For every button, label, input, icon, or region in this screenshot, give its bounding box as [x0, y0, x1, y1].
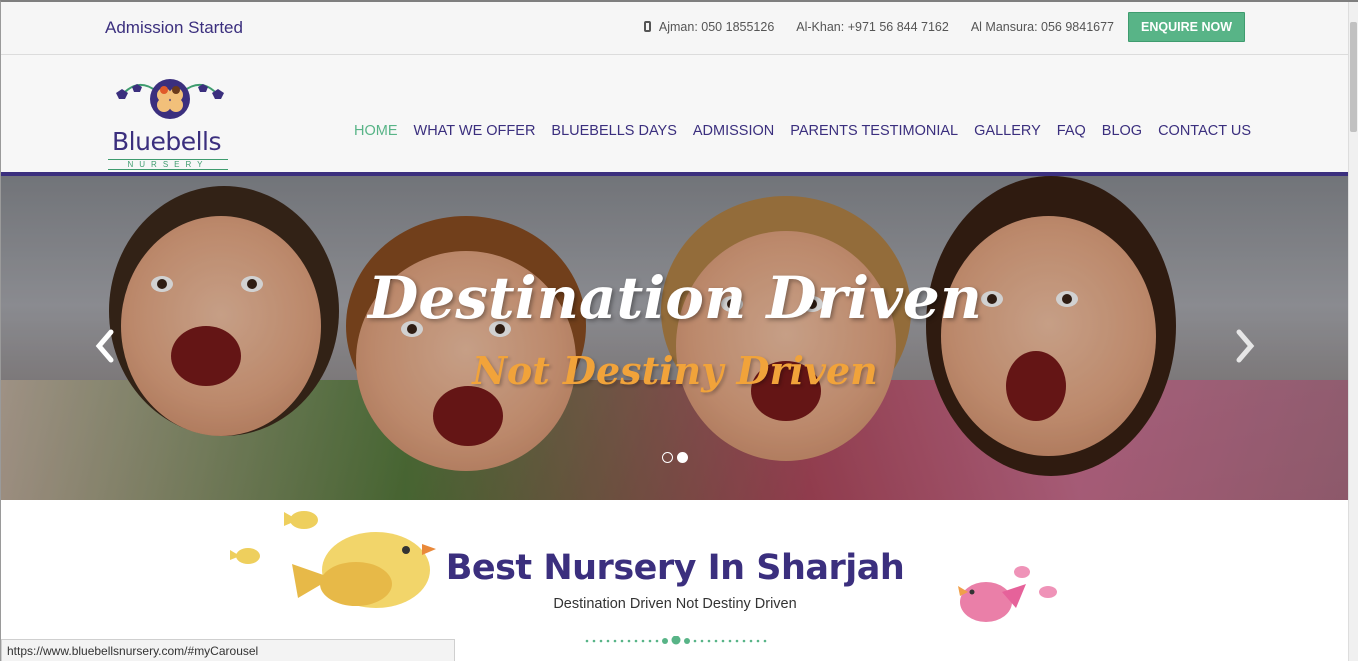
- nav-what-we-offer[interactable]: WHAT WE OFFER: [414, 123, 536, 139]
- hero-carousel[interactable]: Destination Driven Not Destiny Driven: [1, 176, 1349, 500]
- nav-bluebells-days[interactable]: BLUEBELLS DAYS: [551, 123, 676, 139]
- chevron-right-icon[interactable]: [1233, 326, 1257, 366]
- browser-status-url: https://www.bluebellsnursery.com/#myCaro…: [1, 639, 455, 661]
- page: Admission Started Ajman: 050 1855126 Al-…: [0, 0, 1358, 661]
- logo[interactable]: Bluebells NURSERY: [108, 75, 232, 170]
- nav-blog[interactable]: BLOG: [1102, 123, 1142, 139]
- enquire-now-button[interactable]: ENQUIRE NOW: [1128, 12, 1245, 42]
- page-scrollbar[interactable]: [1348, 2, 1358, 661]
- nav-admission[interactable]: ADMISSION: [693, 123, 774, 139]
- carousel-dot-1[interactable]: [662, 452, 673, 463]
- carousel-dot-2[interactable]: [677, 452, 688, 463]
- nav-home[interactable]: HOME: [354, 123, 398, 139]
- nav-gallery[interactable]: GALLERY: [974, 123, 1041, 139]
- logo-emblem: [116, 79, 224, 119]
- phone-ajman-text: Ajman: 050 1855126: [658, 20, 775, 34]
- carousel-indicators: [662, 452, 688, 463]
- admission-notice: Admission Started: [105, 18, 243, 37]
- intro-section: Best Nursery In Sharjah Destination Driv…: [1, 500, 1349, 661]
- nav-faq[interactable]: FAQ: [1057, 123, 1086, 139]
- nav-parents-testimonial[interactable]: PARENTS TESTIMONIAL: [790, 123, 958, 139]
- top-bar: Admission Started Ajman: 050 1855126 Al-…: [1, 2, 1349, 55]
- hero-title: Destination Driven: [368, 264, 982, 332]
- logo-wordmark: Bluebells: [112, 127, 222, 156]
- phone-ajman[interactable]: Ajman: 050 1855126: [643, 20, 775, 34]
- dotted-divider: [585, 636, 767, 645]
- nav-contact-us[interactable]: CONTACT US: [1158, 123, 1251, 139]
- phone-alkhan[interactable]: Al-Khan: +971 56 844 7162: [796, 20, 949, 34]
- contact-phones: Ajman: 050 1855126 Al-Khan: +971 56 844 …: [643, 12, 1245, 42]
- chevron-left-icon[interactable]: [93, 326, 117, 366]
- main-nav: HOME WHAT WE OFFER BLUEBELLS DAYS ADMISS…: [354, 123, 1251, 139]
- logo-tagline: NURSERY: [108, 159, 228, 170]
- section-title: Best Nursery In Sharjah: [445, 548, 905, 588]
- phone-almansura[interactable]: Al Mansura: 056 9841677: [971, 20, 1114, 34]
- pink-birds-illustration: [958, 566, 1057, 622]
- hero-subtitle: Not Destiny Driven: [472, 348, 878, 393]
- site-header: Bluebells NURSERY HOME WHAT WE OFFER BLU…: [1, 55, 1349, 172]
- scrollbar-thumb[interactable]: [1350, 22, 1357, 132]
- section-subtitle: Destination Driven Not Destiny Driven: [553, 596, 797, 612]
- phone-icon: [643, 21, 651, 32]
